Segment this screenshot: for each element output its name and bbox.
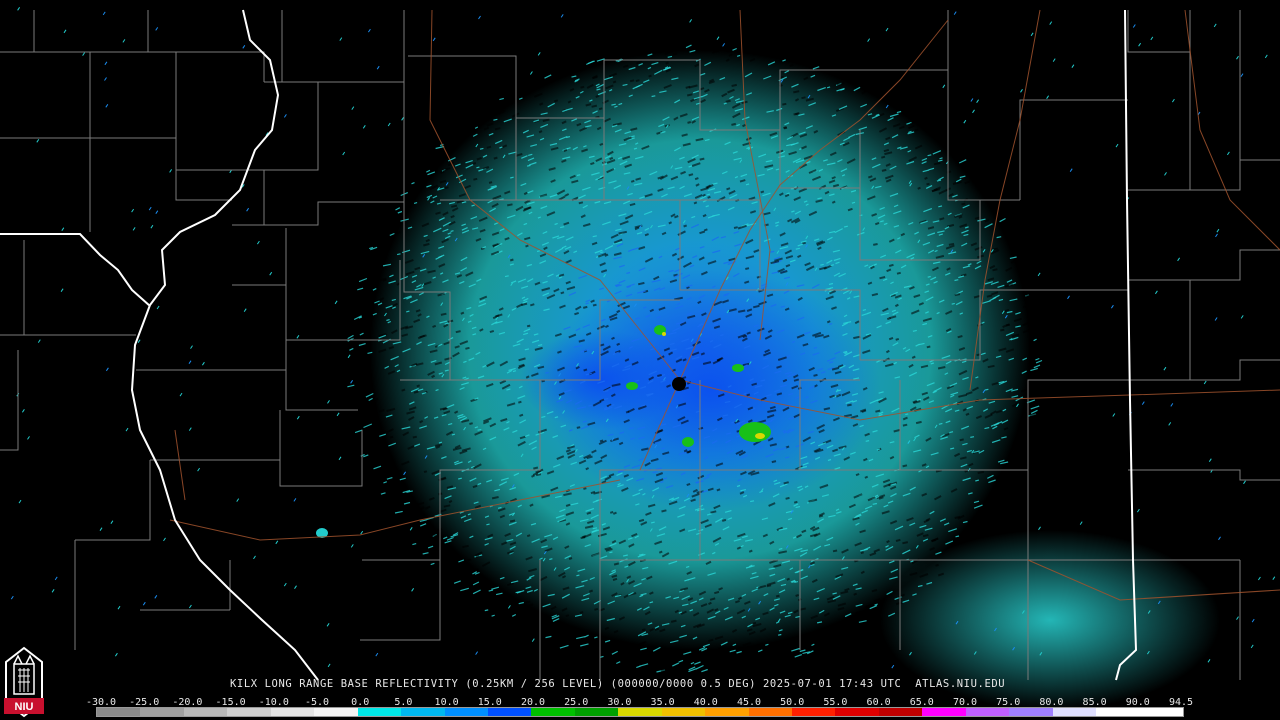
- niu-logo: NIU: [4, 646, 44, 718]
- colorbar-segment: [487, 708, 532, 716]
- reflectivity-colorbar: [96, 707, 1184, 717]
- colorbar-segment: [835, 708, 879, 716]
- colorbar-segment: [97, 708, 141, 716]
- colorbar-segment: [618, 708, 662, 716]
- colorbar-segment: [661, 708, 706, 716]
- colorbar-segment: [401, 708, 445, 716]
- reflectivity-echoes: [10, 7, 1276, 710]
- product-caption: KILX LONG RANGE BASE REFLECTIVITY (0.25K…: [230, 678, 1006, 690]
- radar-site-marker: [672, 377, 686, 391]
- colorbar-segment: [1009, 708, 1053, 716]
- colorbar-segment: [183, 708, 228, 716]
- colorbar-segment: [574, 708, 619, 716]
- colorbar-segment: [878, 708, 923, 716]
- colorbar-segment: [444, 708, 488, 716]
- colorbar-segment: [227, 708, 271, 716]
- niu-logo-text: NIU: [15, 701, 34, 713]
- colorbar-segment: [1139, 708, 1183, 716]
- colorbar-segment: [357, 708, 402, 716]
- colorbar-segment: [314, 708, 358, 716]
- colorbar-segment: [748, 708, 792, 716]
- colorbar-segment: [140, 708, 184, 716]
- colorbar-segment: [792, 708, 836, 716]
- colorbar-segment: [1052, 708, 1097, 716]
- colorbar-segment: [531, 708, 575, 716]
- colorbar-segment: [1096, 708, 1140, 716]
- colorbar-segment: [705, 708, 749, 716]
- radar-map: [0, 7, 1280, 710]
- colorbar-segment: [270, 708, 315, 716]
- colorbar-segment: [965, 708, 1010, 716]
- colorbar-segment: [922, 708, 966, 716]
